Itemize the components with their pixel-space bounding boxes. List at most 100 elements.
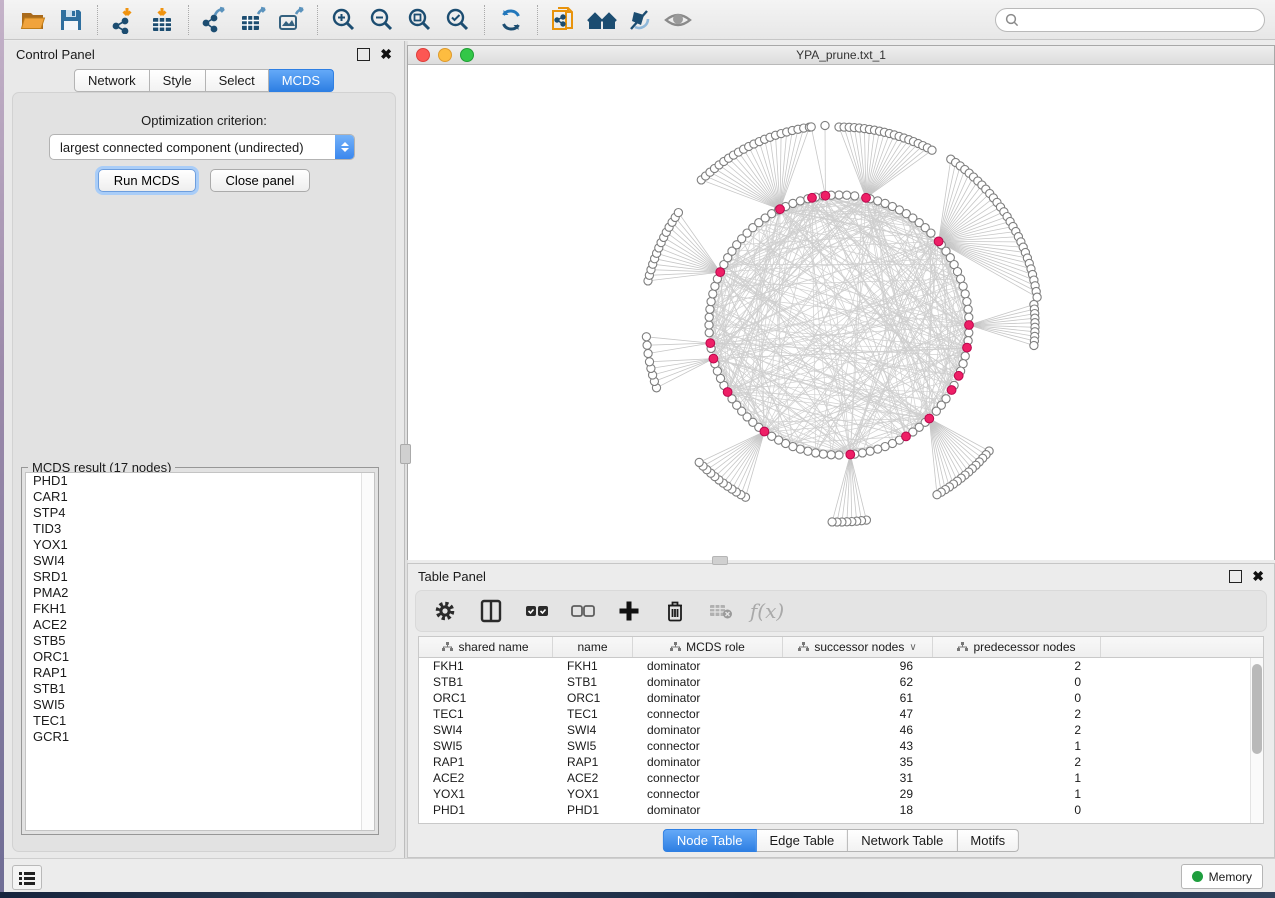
vertical-splitter-handle[interactable] (400, 444, 411, 464)
table-row[interactable]: YOX1YOX1connector291 (419, 786, 1263, 802)
tab-style[interactable]: Style (150, 69, 206, 92)
search-input[interactable] (1025, 12, 1255, 28)
mcds-result-item[interactable]: SWI4 (26, 553, 374, 569)
table-panel: Table Panel ✖ f(x) shared namenameMCDS r… (407, 563, 1275, 858)
birds-eye-view-button[interactable] (583, 3, 621, 37)
add-column-button[interactable] (616, 598, 642, 624)
mcds-result-item[interactable]: ORC1 (26, 649, 374, 665)
tab-network[interactable]: Network (74, 69, 150, 92)
memory-button[interactable]: Memory (1181, 864, 1263, 889)
table-row[interactable]: RAP1RAP1dominator352 (419, 754, 1263, 770)
export-image-button[interactable] (272, 3, 310, 37)
column-header-name[interactable]: name (553, 637, 633, 657)
float-panel-icon[interactable] (357, 48, 370, 61)
show-columns-button[interactable] (478, 598, 504, 624)
tab-mcds[interactable]: MCDS (269, 69, 334, 92)
mcds-result-item[interactable]: TEC1 (26, 713, 374, 729)
table-row[interactable]: SWI4SWI4dominator462 (419, 722, 1263, 738)
tab-select[interactable]: Select (206, 69, 269, 92)
cell-predecessor-nodes: 1 (933, 787, 1101, 801)
column-header-shared-name[interactable]: shared name (419, 637, 553, 657)
mcds-result-item[interactable]: YOX1 (26, 537, 374, 553)
cell-name: FKH1 (553, 659, 633, 673)
save-session-button[interactable] (52, 3, 90, 37)
table-row[interactable]: ACE2ACE2connector311 (419, 770, 1263, 786)
unchecked-boxes-icon (570, 598, 596, 624)
zoom-selected-button[interactable] (439, 3, 477, 37)
zoom-fit-button[interactable] (401, 3, 439, 37)
export-table-button[interactable] (234, 3, 272, 37)
delete-columns-button[interactable] (662, 598, 688, 624)
deselect-all-button[interactable] (570, 598, 596, 624)
close-panel-button[interactable]: Close panel (210, 169, 311, 192)
table-scrollbar-thumb[interactable] (1252, 664, 1262, 754)
table-row[interactable]: ORC1ORC1dominator610 (419, 690, 1263, 706)
memory-label: Memory (1209, 870, 1252, 884)
open-file-button[interactable] (14, 3, 52, 37)
mcds-result-group: MCDS result (17 nodes) PHD1CAR1STP4TID3Y… (21, 467, 379, 835)
tab-node-table[interactable]: Node Table (663, 829, 757, 852)
cell-shared-name: ORC1 (419, 691, 553, 705)
import-table-button[interactable] (143, 3, 181, 37)
tab-network-table[interactable]: Network Table (848, 829, 957, 852)
search-box[interactable] (995, 8, 1265, 32)
refresh-button[interactable] (492, 3, 530, 37)
criterion-dropdown[interactable]: largest connected component (undirected) (49, 134, 355, 160)
show-graphics-details-button[interactable] (659, 3, 697, 37)
mcds-result-item[interactable]: STB5 (26, 633, 374, 649)
cell-predecessor-nodes: 1 (933, 771, 1101, 785)
tab-motifs[interactable]: Motifs (957, 829, 1019, 852)
list-scrollbar[interactable] (361, 473, 374, 830)
mcds-result-item[interactable]: FKH1 (26, 601, 374, 617)
close-panel-icon[interactable]: ✖ (380, 49, 392, 60)
close-table-panel-icon[interactable]: ✖ (1252, 571, 1264, 582)
network-canvas[interactable] (408, 65, 1274, 560)
cell-shared-name: TEC1 (419, 707, 553, 721)
attribute-type-icon (442, 642, 453, 652)
mcds-result-item[interactable]: GCR1 (26, 729, 374, 745)
cell-predecessor-nodes: 2 (933, 707, 1101, 721)
zoom-in-button[interactable] (325, 3, 363, 37)
open-folder-icon (19, 6, 47, 34)
table-row[interactable]: TEC1TEC1connector472 (419, 706, 1263, 722)
network-window-titlebar[interactable]: YPA_prune.txt_1 (408, 46, 1274, 65)
mcds-result-item[interactable]: STP4 (26, 505, 374, 521)
table-scrollbar[interactable] (1250, 658, 1263, 823)
run-mcds-button[interactable]: Run MCDS (98, 169, 196, 192)
mcds-result-item[interactable]: ACE2 (26, 617, 374, 633)
tab-edge-table[interactable]: Edge Table (756, 829, 848, 852)
zoom-out-button[interactable] (363, 3, 401, 37)
select-all-button[interactable] (524, 598, 550, 624)
mcds-result-item[interactable]: CAR1 (26, 489, 374, 505)
mcds-result-item[interactable]: SRD1 (26, 569, 374, 585)
mcds-result-item[interactable]: PMA2 (26, 585, 374, 601)
mcds-result-item[interactable]: SWI5 (26, 697, 374, 713)
table-row[interactable]: FKH1FKH1dominator962 (419, 658, 1263, 674)
mcds-result-list[interactable]: PHD1CAR1STP4TID3YOX1SWI4SRD1PMA2FKH1ACE2… (25, 472, 375, 831)
clone-network-button[interactable] (545, 3, 583, 37)
mcds-result-item[interactable]: STB1 (26, 681, 374, 697)
mcds-result-item[interactable]: TID3 (26, 521, 374, 537)
table-options-button[interactable] (432, 598, 458, 624)
table-row[interactable]: PHD1PHD1dominator180 (419, 802, 1263, 818)
mcds-result-item[interactable]: PHD1 (26, 473, 374, 489)
float-table-panel-icon[interactable] (1229, 570, 1242, 583)
hide-annotations-icon (626, 6, 654, 34)
table-row[interactable]: SWI5SWI5connector431 (419, 738, 1263, 754)
hide-annotations-button[interactable] (621, 3, 659, 37)
column-header-successor-nodes[interactable]: successor nodes∨ (783, 637, 933, 657)
cell-successor-nodes: 35 (783, 755, 933, 769)
task-history-button[interactable] (12, 865, 42, 890)
cell-shared-name: SWI4 (419, 723, 553, 737)
cell-MCDS-role: dominator (633, 691, 783, 705)
column-header-predecessor-nodes[interactable]: predecessor nodes (933, 637, 1101, 657)
delete-table-button[interactable] (708, 598, 734, 624)
function-builder-button[interactable]: f(x) (754, 598, 780, 624)
mcds-result-item[interactable]: RAP1 (26, 665, 374, 681)
horizontal-splitter-handle[interactable] (712, 556, 728, 565)
table-row[interactable]: STB1STB1dominator620 (419, 674, 1263, 690)
node-table: shared namenameMCDS rolesuccessor nodes∨… (418, 636, 1264, 824)
export-network-button[interactable] (196, 3, 234, 37)
column-header-MCDS-role[interactable]: MCDS role (633, 637, 783, 657)
import-network-button[interactable] (105, 3, 143, 37)
